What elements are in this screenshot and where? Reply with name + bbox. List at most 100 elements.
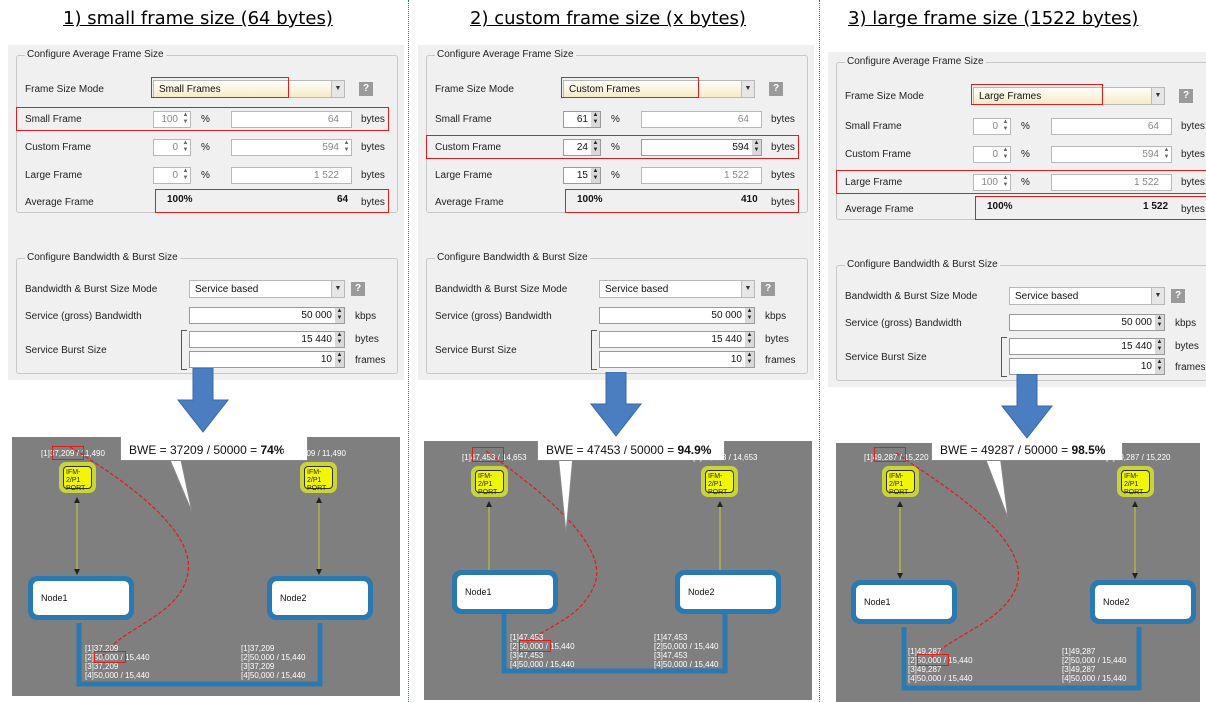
down-arrow-icon [1000,374,1054,439]
service-bandwidth-input[interactable]: 50 000 ▲ ▼ [189,307,345,324]
custom-frame-percent[interactable]: 0 ▲ ▼ [973,146,1011,163]
average-frame-label: Average Frame [25,197,94,208]
burst-frames-unit: frames [355,355,386,366]
kbps-unit: kbps [355,311,377,322]
help-icon[interactable]: ? [359,82,373,96]
spinner-arrows-icon[interactable]: ▲ ▼ [1162,147,1171,162]
spinner-arrows-icon[interactable]: ▲ ▼ [335,352,344,367]
top-right-rate: [1]47,453 / 14,653 [693,453,758,462]
custom-frame-bytes[interactable]: 594 ▲ ▼ [231,139,352,156]
column-separator [408,0,409,702]
burst-frames-unit: frames [1175,362,1206,373]
small-frame-percent[interactable]: 61 ▲ ▼ [563,111,601,128]
large-frame-bytes[interactable]: 1 522 [231,167,352,184]
spinner-arrows-icon[interactable]: ▲ ▼ [745,352,754,367]
spinner-arrows-icon[interactable]: ▲ ▼ [342,140,351,155]
custom-frame-percent[interactable]: 0 ▲ ▼ [153,139,191,156]
burst-frames-input[interactable]: 10 ▲ ▼ [1009,358,1165,375]
bottom-right-stats: [1]37,209 [2]50,000 / 15,440 [3]37,209 [… [241,644,306,680]
small-frame-bytes[interactable]: 64 [641,111,762,128]
spinner-arrows-icon[interactable]: ▲ ▼ [181,140,190,155]
spinner-arrows-icon[interactable]: ▲ ▼ [1155,315,1164,330]
service-bandwidth-label: Service (gross) Bandwidth [25,311,142,322]
percent-unit: % [201,142,210,153]
column-title-2: 2) custom frame size (x bytes) [470,8,746,29]
bandwidth-mode-select[interactable]: Service based ▼ [189,280,345,298]
highlight-box [151,77,289,98]
large-frame-percent[interactable]: 0 ▲ ▼ [153,167,191,184]
burst-bytes-input[interactable]: 15 440 ▲ ▼ [1009,338,1165,355]
node-right: Node2 [675,570,781,614]
frame-size-group: Configure Average Frame Size Frame Size … [426,49,808,213]
bandwidth-mode-label: Bandwidth & Burst Size Mode [435,284,568,295]
burst-bracket [181,330,187,370]
spinner-arrows-icon[interactable]: ▲ ▼ [745,332,754,347]
spinner-arrows-icon[interactable]: ▲ ▼ [1155,339,1164,354]
spinner-arrows-icon[interactable]: ▲ ▼ [335,308,344,323]
group-title: Configure Average Frame Size [25,49,166,60]
node-left: Node1 [452,570,558,614]
bytes-unit: bytes [1181,121,1205,132]
down-arrow-icon [176,368,230,433]
service-burst-label: Service Burst Size [845,352,927,363]
spinner-arrows-icon[interactable]: ▲ ▼ [1001,119,1010,134]
burst-frames-input[interactable]: 10 ▲ ▼ [599,351,755,368]
bwe-callout: BWE = 49287 / 50000 = 98.5% [931,443,1123,461]
help-icon[interactable]: ? [761,282,775,296]
spinner-arrows-icon[interactable]: ▲ ▼ [335,332,344,347]
burst-frames-input[interactable]: 10 ▲ ▼ [189,351,345,368]
chevron-down-icon[interactable]: ▼ [331,81,344,97]
spinner-arrows-icon[interactable]: ▲ ▼ [181,168,190,183]
bytes-unit: bytes [771,114,795,125]
chevron-down-icon[interactable]: ▼ [741,281,754,297]
frame-size-mode-label: Frame Size Mode [845,91,924,102]
service-bandwidth-input[interactable]: 50 000 ▲ ▼ [599,307,755,324]
help-icon[interactable]: ? [1179,89,1193,103]
help-icon[interactable]: ? [351,282,365,296]
service-burst-label: Service Burst Size [435,345,517,356]
port-left: IFM-2/P1 PORT [471,466,508,497]
spinner-arrows-icon[interactable]: ▲ ▼ [745,308,754,323]
column-title-1: 1) small frame size (64 bytes) [63,8,333,29]
burst-bytes-input[interactable]: 15 440 ▲ ▼ [599,331,755,348]
spinner-arrows-icon[interactable]: ▲ ▼ [591,168,600,183]
kbps-unit: kbps [1175,318,1197,329]
burst-bytes-unit: bytes [355,334,379,345]
burst-bracket [1001,337,1007,377]
service-bandwidth-input[interactable]: 50 000 ▲ ▼ [1009,314,1165,331]
chevron-down-icon[interactable]: ▼ [1151,88,1164,104]
spinner-arrows-icon[interactable]: ▲ ▼ [1155,359,1164,374]
chevron-down-icon[interactable]: ▼ [741,81,754,97]
group-title: Configure Bandwidth & Burst Size [25,252,180,263]
percent-unit: % [611,170,620,181]
percent-unit: % [611,114,620,125]
percent-unit: % [1021,149,1030,160]
bandwidth-mode-select[interactable]: Service based ▼ [1009,287,1165,305]
top-right-rate: [1]37,209 / 11,490 [282,449,346,458]
custom-frame-bytes[interactable]: 594 ▲ ▼ [1051,146,1172,163]
frame-size-mode-label: Frame Size Mode [25,84,104,95]
chevron-down-icon[interactable]: ▼ [331,281,344,297]
small-frame-percent[interactable]: 0 ▲ ▼ [973,118,1011,135]
burst-bytes-input[interactable]: 15 440 ▲ ▼ [189,331,345,348]
group-title: Configure Bandwidth & Burst Size [435,252,590,263]
bandwidth-mode-select[interactable]: Service based ▼ [599,280,755,298]
burst-frames-unit: frames [765,355,796,366]
large-frame-percent[interactable]: 15 ▲ ▼ [563,167,601,184]
bytes-unit: bytes [361,170,385,181]
chevron-down-icon[interactable]: ▼ [1151,288,1164,304]
help-icon[interactable]: ? [1171,289,1185,303]
service-bandwidth-label: Service (gross) Bandwidth [845,318,962,329]
bytes-unit: bytes [1181,149,1205,160]
spinner-arrows-icon[interactable]: ▲ ▼ [591,112,600,127]
highlight-box [917,654,949,666]
small-frame-bytes[interactable]: 64 [1051,118,1172,135]
spinner-arrows-icon[interactable]: ▲ ▼ [1001,147,1010,162]
bytes-unit: bytes [361,142,385,153]
large-frame-label: Large Frame [435,170,493,181]
help-icon[interactable]: ? [769,82,783,96]
column-separator [819,0,820,702]
large-frame-bytes[interactable]: 1 522 [641,167,762,184]
node-left: Node1 [28,576,134,620]
frame-size-group: Configure Average Frame Size Frame Size … [16,49,398,213]
